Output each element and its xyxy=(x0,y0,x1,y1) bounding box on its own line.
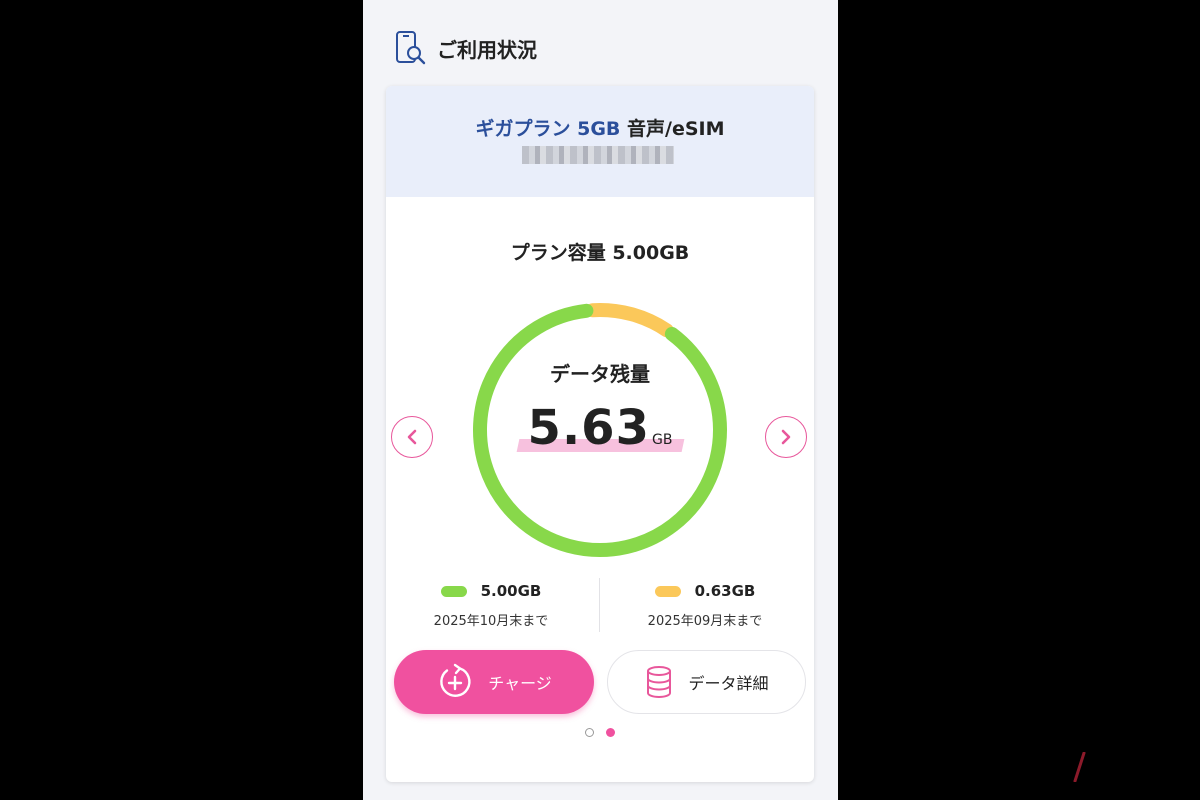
plan-name: ギガプラン 5GB 音声/eSIM xyxy=(386,114,814,141)
page-dot-2-active[interactable] xyxy=(606,728,615,737)
legend-expiry: 2025年09月末まで xyxy=(647,614,763,629)
charge-plus-icon xyxy=(440,663,471,697)
chevron-right-icon xyxy=(781,429,791,445)
remaining-unit: GB xyxy=(651,432,673,448)
charge-button[interactable]: チャージ xyxy=(394,650,594,714)
ring-segment-extra xyxy=(585,303,674,338)
legend-swatch-green xyxy=(440,585,467,597)
remaining-number: 5.63 xyxy=(527,400,650,456)
plan-name-main: ギガプラン 5GB xyxy=(475,118,621,140)
section-title: ご利用状況 xyxy=(437,37,537,62)
legend-item-main: 5.00GB 2025年10月末まで xyxy=(386,582,596,629)
legend-amount: 0.63GB xyxy=(694,582,756,600)
phone-search-icon xyxy=(395,30,427,66)
data-remaining-label: データ残量 xyxy=(550,362,650,386)
plan-capacity: プラン容量 5.00GB xyxy=(510,242,690,264)
legend-item-extra: 0.63GB 2025年09月末まで xyxy=(600,582,810,629)
legend-expiry: 2025年10月末まで xyxy=(433,614,549,629)
legend-amount: 5.00GB xyxy=(480,582,542,600)
database-icon xyxy=(647,666,672,698)
plan-name-type: 音声/eSIM xyxy=(620,118,725,140)
page-dot-1[interactable] xyxy=(585,728,594,737)
data-detail-button-label: データ詳細 xyxy=(688,674,769,693)
watermark-mark xyxy=(1073,752,1086,782)
section-header: ご利用状況 xyxy=(395,30,537,66)
data-remaining-value: 5.63 GB xyxy=(470,400,730,456)
next-button[interactable] xyxy=(765,416,807,458)
prev-button[interactable] xyxy=(391,416,433,458)
pagination-dots xyxy=(386,728,814,737)
charge-button-label: チャージ xyxy=(488,674,552,693)
app-screen: ご利用状況 ギガプラン 5GB 音声/eSIM プラン容量 5.00GB データ… xyxy=(363,0,838,800)
masked-phone-number xyxy=(522,146,674,164)
usage-card: ギガプラン 5GB 音声/eSIM プラン容量 5.00GB データ残量 5.6… xyxy=(386,86,814,782)
plan-header: ギガプラン 5GB 音声/eSIM xyxy=(386,86,814,197)
chevron-left-icon xyxy=(407,429,417,445)
legend-swatch-yellow xyxy=(654,585,681,597)
data-detail-button[interactable]: データ詳細 xyxy=(607,650,806,714)
